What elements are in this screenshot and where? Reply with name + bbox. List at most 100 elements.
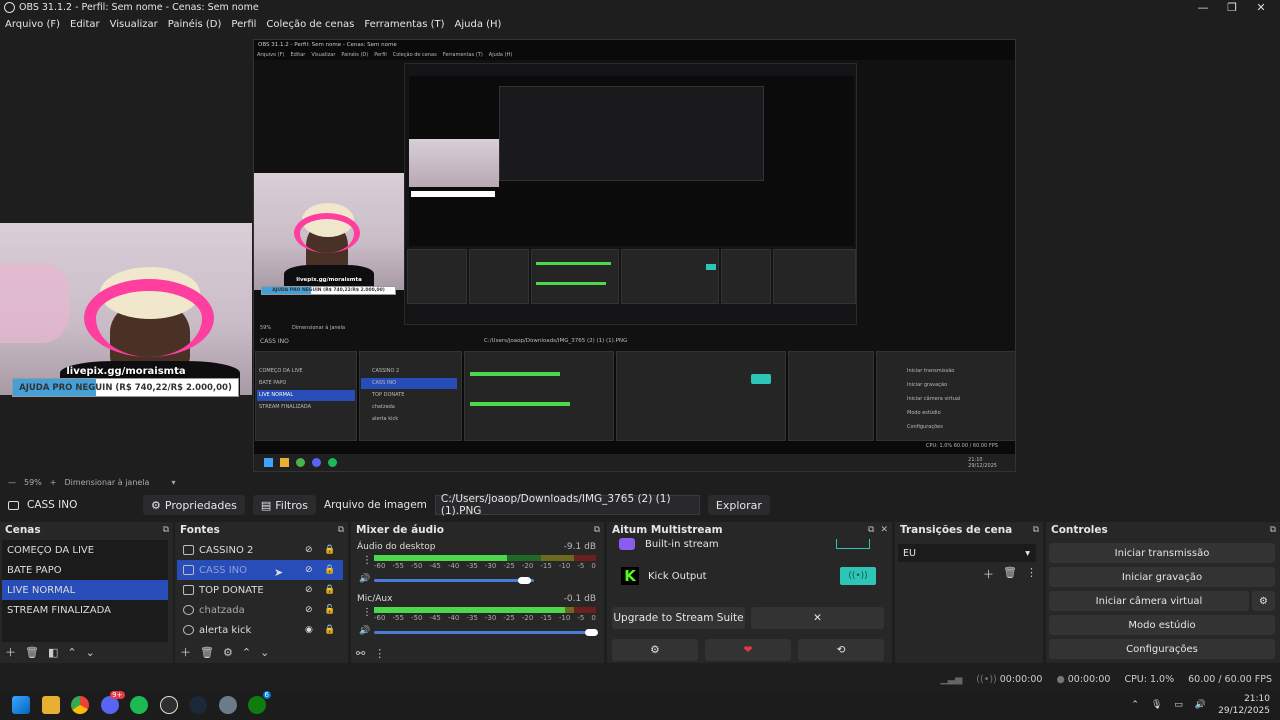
undock-icon[interactable]: ⧉ xyxy=(868,525,874,535)
volume-slider[interactable] xyxy=(374,631,592,634)
kick-stream-toggle[interactable]: ((•)) xyxy=(840,567,876,585)
undock-icon[interactable]: ⧉ xyxy=(1033,525,1039,535)
mixer-settings-icon[interactable]: ⚯ xyxy=(356,647,365,660)
zoom-mode-label[interactable]: Dimensionar à janela xyxy=(64,478,149,487)
lock-icon[interactable]: 🔒 xyxy=(324,625,335,635)
eye-slash-icon[interactable]: ⊘ xyxy=(305,585,313,595)
studio-mode-button[interactable]: Modo estúdio xyxy=(1049,615,1275,635)
builtin-toggle[interactable] xyxy=(836,539,870,549)
windows-icon[interactable] xyxy=(12,696,30,714)
discord-icon[interactable]: 9+ xyxy=(100,691,125,714)
source-item-selected[interactable]: CASS INO ⊘ 🔒 ➤ xyxy=(177,560,343,580)
clock[interactable]: 21:10 29/12/2025 xyxy=(1218,693,1270,717)
microphone-icon[interactable]: 🎙 xyxy=(1151,700,1162,710)
channel-menu-icon[interactable]: ⋮ xyxy=(362,607,372,618)
record-icon: ● xyxy=(1056,673,1065,685)
source-item[interactable]: TOP DONATE ⊘ 🔒 xyxy=(177,580,343,600)
gear-icon[interactable]: ⚙ xyxy=(223,646,233,659)
chevron-up-icon[interactable]: ⌃ xyxy=(1131,700,1139,710)
unlock-icon[interactable]: 🔓 xyxy=(324,605,335,615)
eye-icon[interactable]: ◉ xyxy=(305,625,313,635)
lock-icon[interactable]: 🔒 xyxy=(324,585,335,595)
move-down-icon[interactable]: ⌄ xyxy=(260,646,269,659)
builtin-stream-row: Built-in stream xyxy=(613,538,886,550)
move-up-icon[interactable]: ⌃ xyxy=(67,646,76,659)
undock-icon[interactable]: ⧉ xyxy=(594,525,600,535)
image-path-field[interactable]: C:/Users/joaop/Downloads/IMG_3765 (2) (1… xyxy=(434,493,700,517)
preview-canvas[interactable]: OBS 31.1.2 - Perfil: Sem nome - Cenas: S… xyxy=(0,33,1280,476)
speaker-icon[interactable]: 🔊 xyxy=(1195,700,1206,710)
nested-level2-mixer xyxy=(531,249,619,304)
start-streaming-button[interactable]: Iniciar transmissão xyxy=(1049,543,1275,563)
mixer-menu-icon[interactable]: ⋮ xyxy=(374,647,385,660)
eye-slash-icon[interactable]: ⊘ xyxy=(305,565,313,575)
add-scene-icon[interactable]: ＋ xyxy=(5,644,16,660)
zoom-in-button[interactable]: + xyxy=(50,478,57,487)
source-item[interactable]: alerta kick ◉ 🔒 xyxy=(177,620,343,640)
menu-visualizar[interactable]: Visualizar xyxy=(105,19,163,30)
steam-icon[interactable] xyxy=(189,696,207,714)
volume-knob[interactable] xyxy=(518,577,531,584)
scene-item[interactable]: BATE PAPO xyxy=(2,560,168,580)
close-dock-icon[interactable]: ✕ xyxy=(880,525,888,535)
spotify-icon[interactable] xyxy=(130,696,148,714)
menu-editar[interactable]: Editar xyxy=(65,19,105,30)
lock-icon[interactable]: 🔒 xyxy=(324,565,335,575)
filter-icon[interactable]: ◧ xyxy=(48,646,58,659)
menu-ferramentas[interactable]: Ferramentas (T) xyxy=(359,19,449,30)
volume-knob[interactable] xyxy=(585,629,598,636)
trash-icon[interactable]: 🗑 xyxy=(200,646,214,659)
menu-colecao-cenas[interactable]: Coleção de cenas xyxy=(261,19,359,30)
virtual-camera-settings-button[interactable]: ⚙ xyxy=(1252,591,1275,611)
trash-icon[interactable]: 🗑 xyxy=(1003,566,1017,582)
lock-icon[interactable]: 🔒 xyxy=(324,545,335,555)
dismiss-upgrade-button[interactable]: ✕ xyxy=(751,607,884,629)
donate-heart-button[interactable]: ❤ xyxy=(705,639,791,661)
trash-icon[interactable]: 🗑 xyxy=(25,646,39,659)
undock-icon[interactable]: ⧉ xyxy=(163,525,169,535)
settings-icon[interactable] xyxy=(218,696,237,714)
network-icon[interactable]: ▭ xyxy=(1174,700,1183,710)
explorer-icon[interactable] xyxy=(41,696,60,714)
source-item[interactable]: CASSINO 2 ⊘ 🔒 xyxy=(177,540,343,560)
eye-slash-icon[interactable]: ⊘ xyxy=(305,545,313,555)
close-button[interactable]: ✕ xyxy=(1244,0,1278,15)
properties-button[interactable]: ⚙ Propriedades xyxy=(143,495,245,515)
start-virtual-camera-button[interactable]: Iniciar câmera virtual xyxy=(1049,591,1249,611)
obs-icon[interactable] xyxy=(159,696,178,714)
upgrade-button[interactable]: Upgrade to Stream Suite xyxy=(612,607,745,629)
zoom-out-button[interactable]: — xyxy=(8,478,16,487)
menu-dots-icon[interactable]: ⋮ xyxy=(1026,566,1037,582)
menu-arquivo[interactable]: Arquivo (F) xyxy=(0,19,65,30)
sources-dock: Fontes ⧉ CASSINO 2 ⊘ 🔒 CASS INO ⊘ 🔒 ➤ TOP D… xyxy=(175,522,348,663)
start-recording-button[interactable]: Iniciar gravação xyxy=(1049,567,1275,587)
scene-item[interactable]: COMEÇO DA LIVE xyxy=(2,540,168,560)
chevron-down-icon[interactable]: ▾ xyxy=(171,478,175,487)
scene-item[interactable]: STREAM FINALIZADA xyxy=(2,600,168,620)
undock-icon[interactable]: ⧉ xyxy=(1270,525,1276,535)
volume-icon[interactable]: 🔊 xyxy=(359,574,370,584)
eye-slash-icon[interactable]: ⊘ xyxy=(305,605,313,615)
undock-icon[interactable]: ⧉ xyxy=(338,525,344,535)
volume-icon[interactable]: 🔊 xyxy=(359,626,370,636)
volume-slider[interactable] xyxy=(374,579,534,582)
filters-button[interactable]: ▤ Filtros xyxy=(252,495,316,515)
xbox-icon[interactable]: 6 xyxy=(248,691,271,714)
menu-perfil[interactable]: Perfil xyxy=(226,19,261,30)
aitum-settings-button[interactable]: ⚙ xyxy=(612,639,698,661)
aitum-link-button[interactable]: ⟲ xyxy=(798,639,884,661)
settings-button[interactable]: Configurações xyxy=(1049,639,1275,659)
source-item[interactable]: chatzada ⊘ 🔓 xyxy=(177,600,343,620)
move-down-icon[interactable]: ⌄ xyxy=(86,646,95,659)
add-icon[interactable]: ＋ xyxy=(983,566,994,582)
menu-paineis[interactable]: Painéis (D) xyxy=(163,19,227,30)
browse-button[interactable]: Explorar xyxy=(707,495,770,515)
nested-scenes-dock: COMEÇO DA LIVE BATE PAPO LIVE NORMAL STR… xyxy=(255,351,357,441)
move-up-icon[interactable]: ⌃ xyxy=(242,646,251,659)
scene-item-selected[interactable]: LIVE NORMAL xyxy=(2,580,168,600)
channel-menu-icon[interactable]: ⋮ xyxy=(362,555,372,566)
menu-ajuda[interactable]: Ajuda (H) xyxy=(450,19,507,30)
chrome-icon[interactable] xyxy=(71,696,89,714)
add-source-icon[interactable]: ＋ xyxy=(180,644,191,660)
transition-select[interactable]: EU ▾ xyxy=(898,544,1036,562)
